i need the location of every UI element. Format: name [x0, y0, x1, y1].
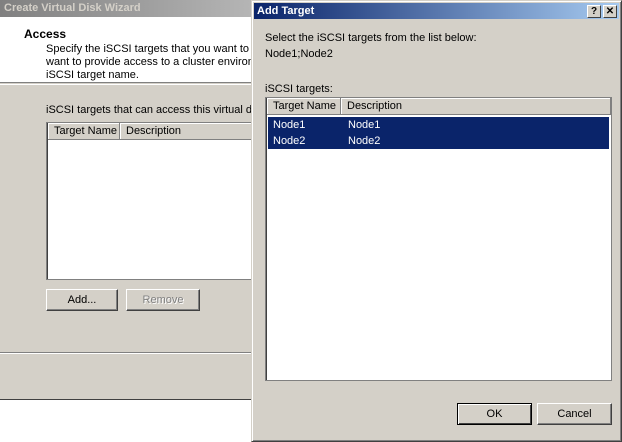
wizard-description-line: want to provide access to a cluster envi… [46, 56, 264, 68]
targets-list-label: iSCSI targets: [265, 83, 333, 95]
description-cell: Node1 [348, 119, 381, 131]
targets-list[interactable]: Target Name Description Node1 Node1 Node… [265, 97, 612, 381]
cancel-button[interactable]: Cancel [537, 403, 612, 425]
wizard-targets-list[interactable]: Target Name Description [46, 122, 270, 280]
list-item[interactable]: Node1 Node1 [268, 117, 609, 133]
divider [0, 84, 251, 86]
wizard-description-line: Specify the iSCSI targets that you want … [46, 43, 259, 55]
wizard-description-line: iSCSI target name. [46, 69, 139, 81]
dialog-title-bar: Add Target ? ✕ [254, 3, 619, 19]
dialog-title: Add Target [257, 5, 315, 17]
wizard-page-title: Access [24, 27, 67, 41]
column-header-description[interactable]: Description [341, 98, 611, 115]
wizard-page-description: Specify the iSCSI targets that you want … [46, 43, 266, 82]
remove-button[interactable]: Remove [126, 289, 200, 311]
list-item[interactable]: Node2 Node2 [268, 133, 609, 149]
column-header-description[interactable]: Description [120, 123, 270, 140]
wizard-header: Access Specify the iSCSI targets that yo… [0, 17, 263, 83]
help-button[interactable]: ? [587, 5, 601, 18]
ok-button[interactable]: OK [457, 403, 532, 425]
add-target-dialog: Add Target ? ✕ Select the iSCSI targets … [251, 0, 622, 442]
close-icon[interactable]: ✕ [603, 5, 617, 18]
instruction-text: Select the iSCSI targets from the list b… [265, 32, 477, 44]
description-cell: Node2 [348, 135, 381, 147]
selected-targets-text: Node1;Node2 [265, 48, 333, 60]
wizard-title-bar: Create Virtual Disk Wizard [0, 0, 251, 17]
column-header-target-name[interactable]: Target Name [267, 98, 341, 115]
create-virtual-disk-wizard-window: Create Virtual Disk Wizard Access Specif… [0, 0, 270, 400]
divider [0, 352, 251, 354]
target-name-cell: Node2 [273, 135, 306, 147]
wizard-targets-label: iSCSI targets that can access this virtu… [46, 104, 260, 116]
target-name-cell: Node1 [273, 119, 306, 131]
column-header-target-name[interactable]: Target Name [48, 123, 120, 140]
add-button[interactable]: Add... [46, 289, 118, 311]
